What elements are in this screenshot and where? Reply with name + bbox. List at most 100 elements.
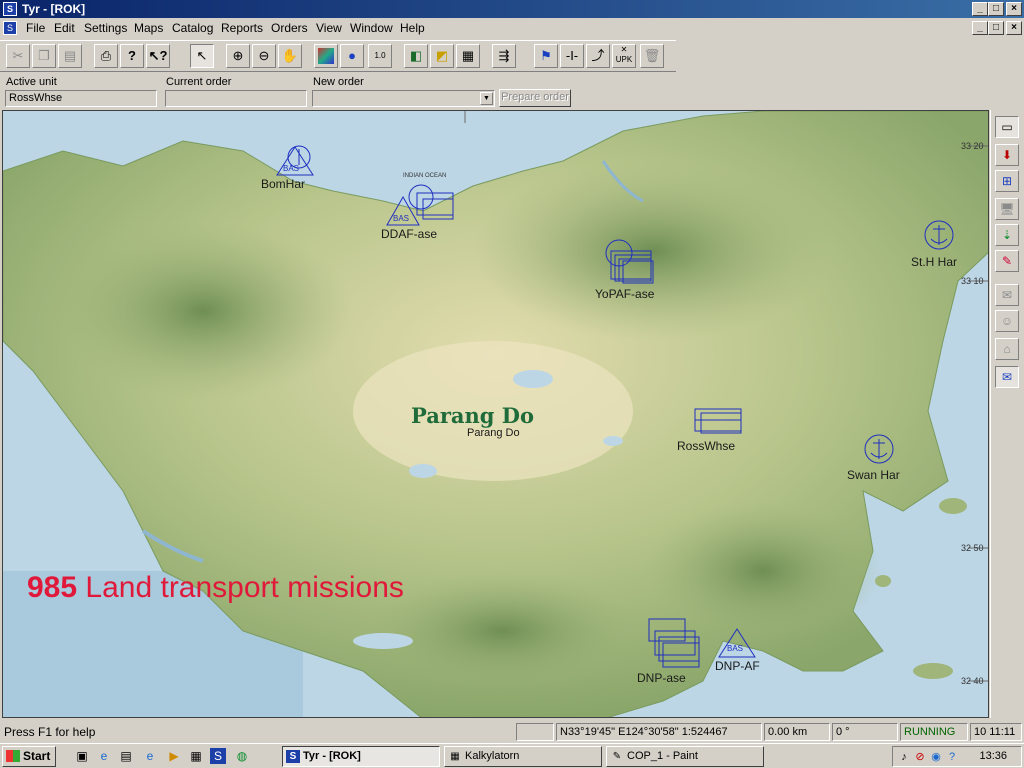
unit-label[interactable]: Swan Har [847, 468, 900, 482]
task-paint[interactable]: ✎ COP_1 - Paint [606, 746, 764, 767]
zoom-in-icon[interactable]: ⊕ [226, 44, 250, 68]
notepad-icon[interactable]: ▤ [118, 748, 134, 764]
ie2-icon[interactable]: e [142, 748, 158, 764]
menu-window[interactable]: Window [350, 21, 393, 35]
task-tyr[interactable]: S Tyr - [ROK] [282, 746, 440, 767]
explorer-icon[interactable]: ▦ [188, 748, 204, 764]
pointer-icon[interactable]: ↖ [190, 44, 214, 68]
layers-icon[interactable]: ◧ [404, 44, 428, 68]
menu-file[interactable]: File [26, 21, 45, 35]
unit-label[interactable]: St.H Har [911, 255, 957, 269]
map-layer-icon[interactable] [314, 44, 338, 68]
harbor-unit-symbol[interactable] [921, 219, 961, 255]
coord-label: 32 40 [961, 676, 984, 686]
base-unit-symbol[interactable]: BAS [383, 183, 459, 229]
start-button[interactable]: Start [2, 746, 56, 767]
status-time: 10 11:11 [970, 723, 1022, 741]
stacked-unit-symbol[interactable] [647, 617, 707, 677]
unit-label[interactable]: BomHar [261, 177, 305, 191]
main-toolbar: ✂ ❐ ▤ ⎙ ? ↖? ↖ ⊕ ⊖ ✋ ● 1.0 ◧ ◩ ▦ ⇶ ⚑ -I-… [0, 40, 676, 72]
prepare-order-button[interactable]: Prepare order [499, 89, 571, 107]
warehouse-unit-symbol[interactable] [693, 407, 745, 437]
unit-down-icon[interactable]: ⬇ [995, 144, 1019, 166]
scale-icon[interactable]: 1.0 [368, 44, 392, 68]
menu-catalog[interactable]: Catalog [172, 21, 213, 35]
tyr-quick-icon[interactable]: S [210, 748, 226, 764]
close-button[interactable]: × [1006, 2, 1022, 16]
menu-help[interactable]: Help [400, 21, 425, 35]
unit-label[interactable]: DNP-ase [637, 671, 686, 685]
globe-icon[interactable]: ● [340, 44, 364, 68]
region-title: Parang Do [411, 403, 534, 428]
active-unit-field[interactable]: RossWhse [5, 90, 157, 107]
delete-icon[interactable]: 🗑 [640, 44, 664, 68]
volume-icon[interactable]: ♪ [897, 750, 911, 764]
help-hint: Press F1 for help [4, 725, 96, 739]
mail-icon[interactable]: ✉ [995, 366, 1019, 388]
map-panel-icon[interactable]: ▭ [995, 116, 1019, 138]
unit-label[interactable]: RossWhse [677, 439, 735, 453]
unit-label[interactable]: YoPAF-ase [595, 287, 654, 301]
menu-settings[interactable]: Settings [84, 21, 127, 35]
doc-close-button[interactable]: × [1006, 21, 1022, 35]
current-order-label: Current order [166, 76, 232, 88]
copy-icon[interactable]: ❐ [32, 44, 56, 68]
doc-maximize-button[interactable]: □ [988, 21, 1004, 35]
cut-icon[interactable]: ✂ [6, 44, 30, 68]
help-tray-icon[interactable]: ? [945, 750, 959, 764]
route-icon[interactable]: ⚑ [534, 44, 558, 68]
unit-label[interactable]: DNP-AF [715, 659, 760, 673]
network-quick-icon[interactable]: ◍ [234, 748, 250, 764]
app-icon[interactable]: S [3, 2, 17, 16]
menu-edit[interactable]: Edit [54, 21, 75, 35]
svg-text:BAS: BAS [727, 644, 743, 653]
status-bearing: 0 ° [832, 723, 898, 741]
ie-icon[interactable]: e [96, 748, 112, 764]
transfer-icon[interactable]: ⇣ [995, 224, 1019, 246]
current-order-field[interactable] [165, 90, 307, 107]
menu-bar: S File Edit Settings Maps Catalog Report… [0, 18, 1024, 38]
map-view[interactable]: 33 20 33 10 32 50 32 40 INDIAN OCEAN Par… [2, 110, 989, 718]
system-tray: ♪ ⊘ ◉ ? 13:36 [892, 746, 1022, 767]
person-icon[interactable]: ☺ [995, 310, 1019, 332]
task-calculator[interactable]: ▦ Kalkylatorn [444, 746, 602, 767]
export-icon[interactable]: ⇶ [492, 44, 516, 68]
overlay-icon[interactable]: ◩ [430, 44, 454, 68]
print-icon[interactable]: ⎙ [94, 44, 118, 68]
coord-label: 33 10 [961, 276, 984, 286]
media-icon[interactable]: ▶ [166, 748, 182, 764]
paste-icon[interactable]: ▤ [58, 44, 82, 68]
message-icon[interactable]: ✉ [995, 284, 1019, 306]
context-help-icon[interactable]: ↖? [146, 44, 170, 68]
doc-minimize-button[interactable]: _ [972, 21, 988, 35]
network-icon[interactable]: ⊞ [995, 170, 1019, 192]
network-tray-icon[interactable]: ◉ [929, 750, 943, 764]
pan-hand-icon[interactable]: ✋ [278, 44, 302, 68]
status-running: RUNNING [900, 723, 968, 741]
new-order-select[interactable]: ▼ [312, 90, 495, 107]
pencil-icon[interactable]: ✎ [995, 250, 1019, 272]
split-icon[interactable]: -I- [560, 44, 584, 68]
security-icon[interactable]: ⊘ [913, 750, 927, 764]
menu-orders[interactable]: Orders [271, 21, 308, 35]
help-icon[interactable]: ? [120, 44, 144, 68]
computer-icon[interactable]: 🖥 [995, 198, 1019, 220]
base-unit-symbol[interactable]: BAS [715, 625, 759, 661]
maximize-button[interactable]: □ [988, 2, 1004, 16]
chevron-down-icon[interactable]: ▼ [480, 92, 493, 105]
unit-task-icon[interactable]: ⤴ [586, 44, 610, 68]
stacked-unit-symbol[interactable] [599, 239, 659, 287]
menu-maps[interactable]: Maps [134, 21, 163, 35]
grid-icon[interactable]: ▦ [456, 44, 480, 68]
menu-view[interactable]: View [316, 21, 342, 35]
menu-reports[interactable]: Reports [221, 21, 263, 35]
harbor-unit-symbol[interactable] [861, 433, 901, 469]
zoom-out-icon[interactable]: ⊖ [252, 44, 276, 68]
document-icon[interactable]: S [3, 21, 17, 35]
unpack-icon[interactable]: ✕ UPK [612, 44, 636, 68]
minimize-button[interactable]: _ [972, 2, 988, 16]
desktop-icon[interactable]: ▣ [74, 748, 90, 764]
home-icon[interactable]: ⌂ [995, 338, 1019, 360]
base-unit-symbol[interactable]: BAS [273, 143, 323, 179]
unit-label[interactable]: DDAF-ase [381, 227, 437, 241]
